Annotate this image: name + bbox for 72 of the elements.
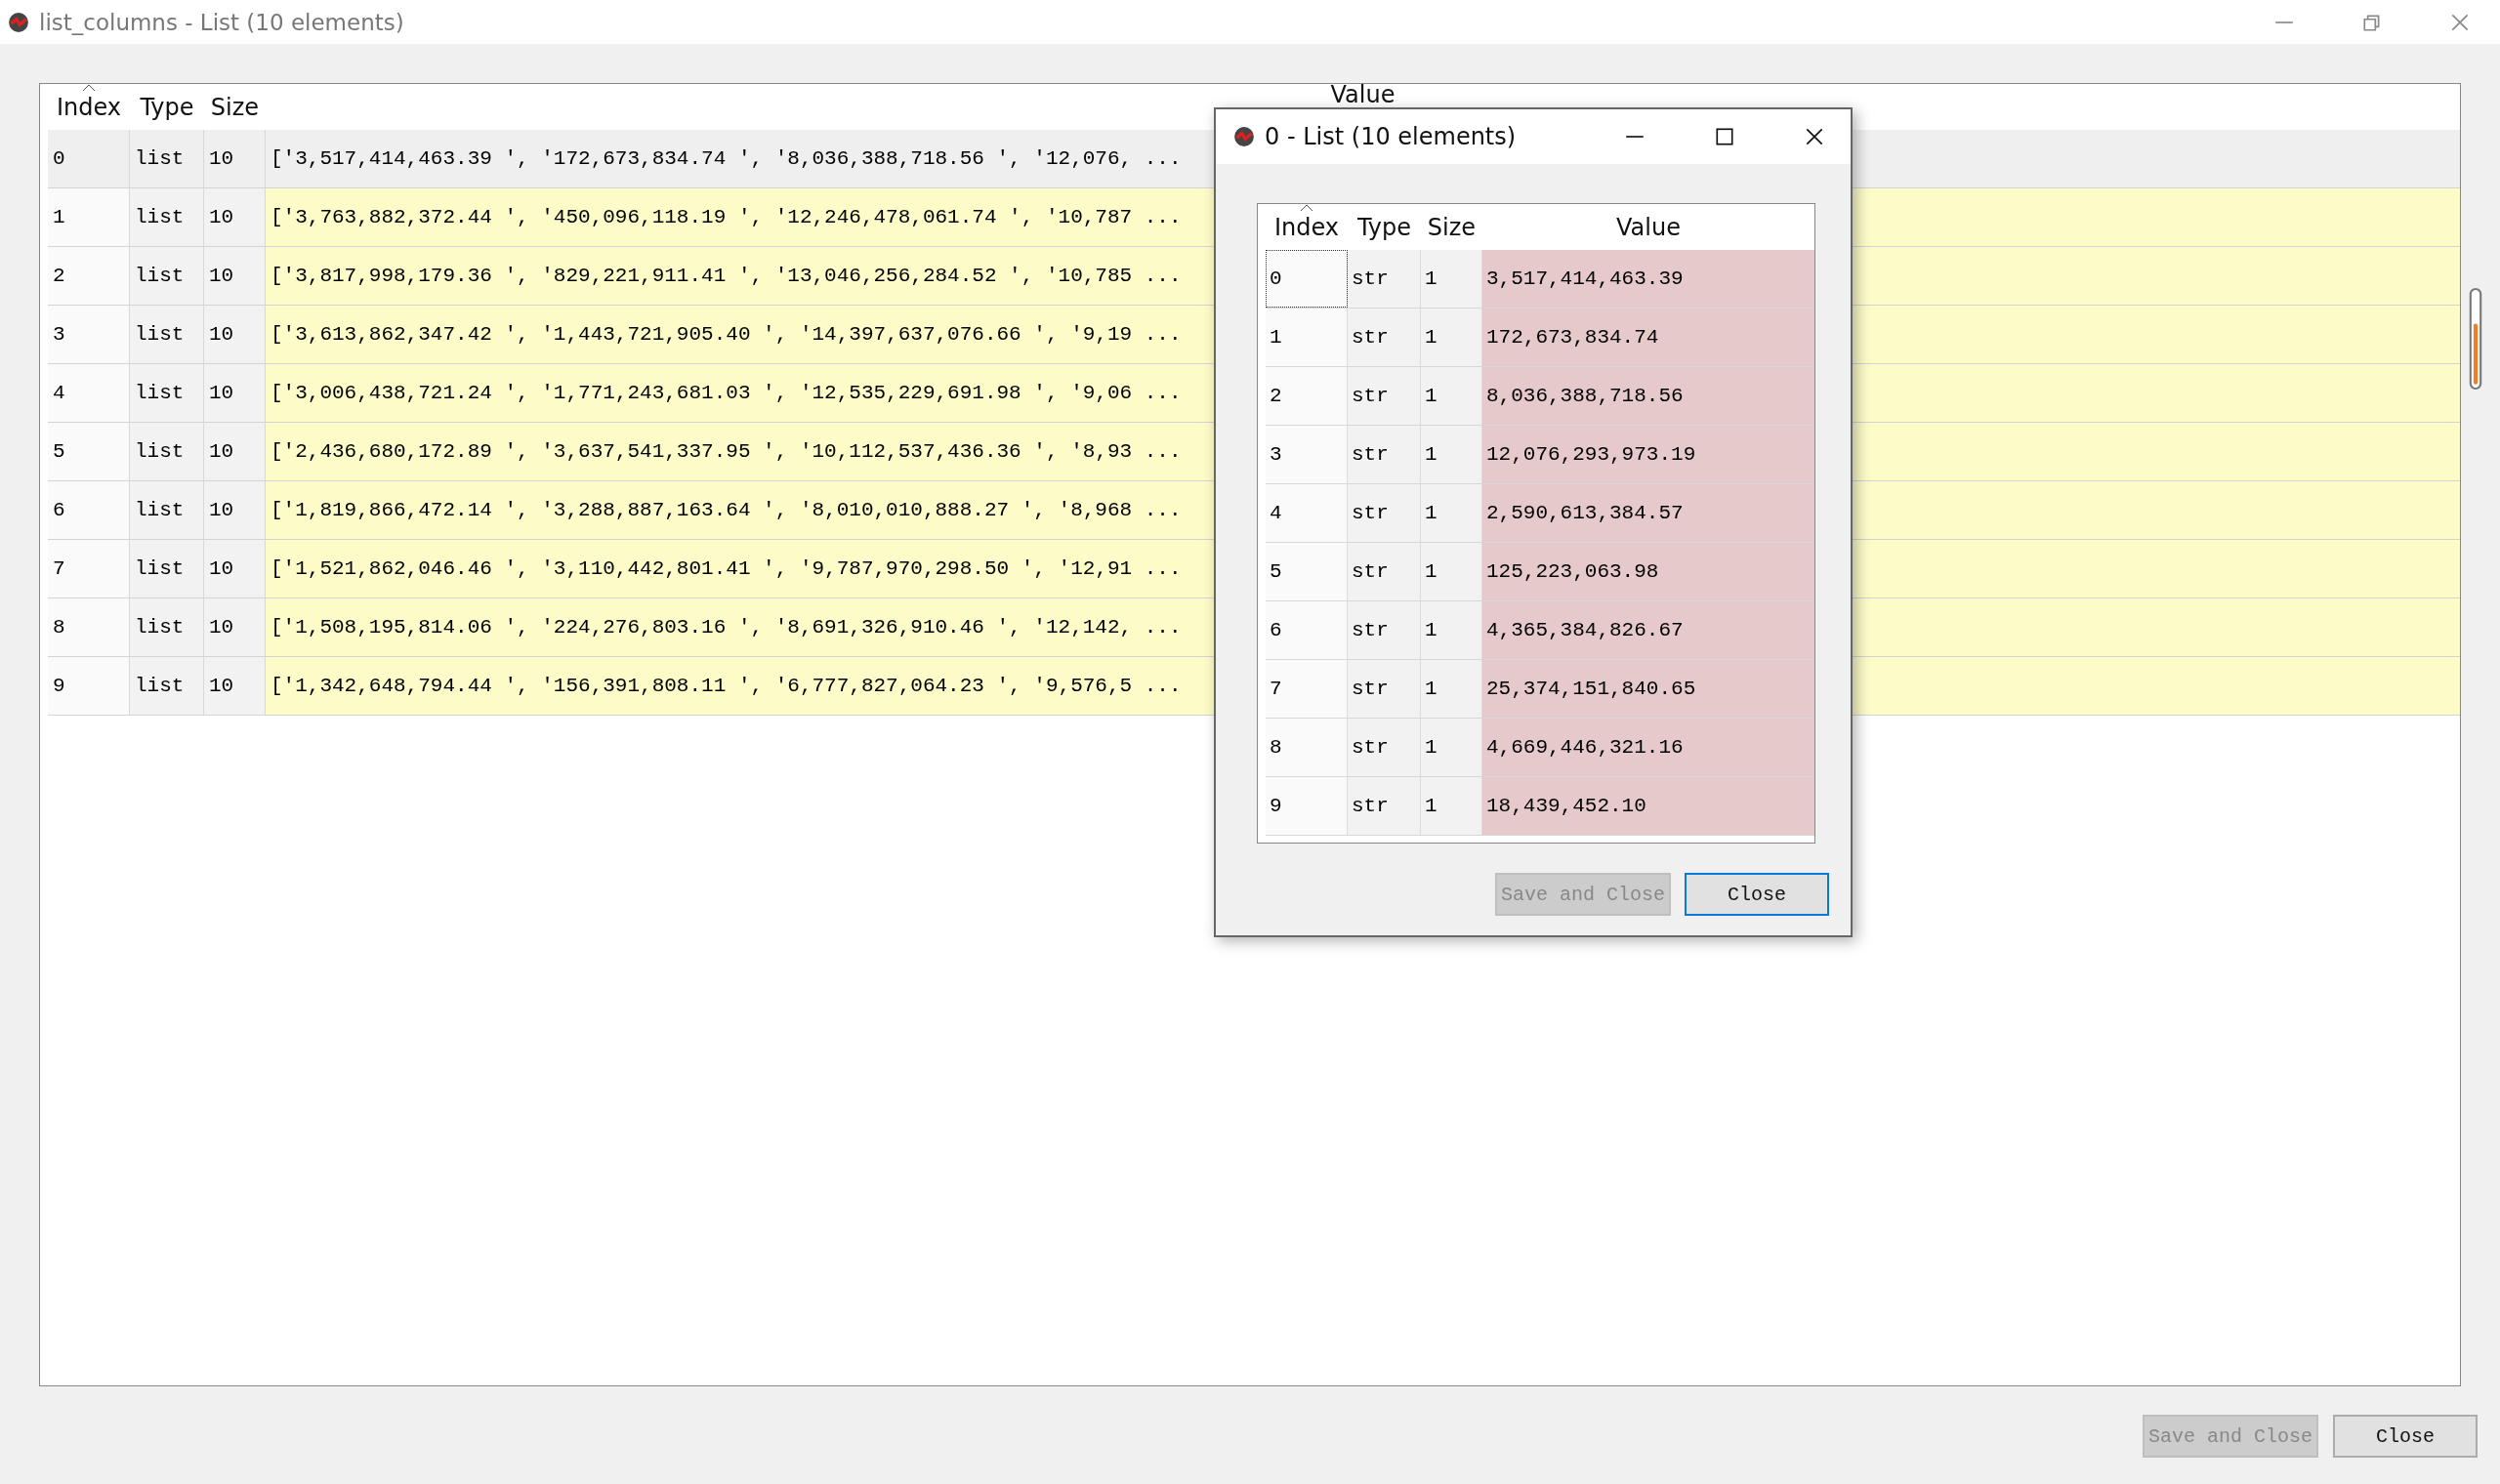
table-cell: str bbox=[1348, 777, 1421, 835]
table-cell-text: ['3,006,438,721.24 ', '1,771,243,681.03 ', '12,535,229,691.98 ', '9,06 ... bbox=[270, 381, 1182, 406]
table-cell: 8 bbox=[48, 598, 130, 656]
table-cell: 10 bbox=[204, 598, 266, 656]
table-cell: 2,590,613,384.57 bbox=[1482, 484, 1814, 542]
table-cell: 10 bbox=[204, 423, 266, 480]
table-cell: 25,374,151,840.65 bbox=[1482, 660, 1814, 718]
table-cell: 1 bbox=[1421, 309, 1482, 366]
table-cell: str bbox=[1348, 250, 1421, 308]
table-cell: list bbox=[130, 423, 204, 480]
table-cell: str bbox=[1348, 426, 1421, 483]
table-cell: 1 bbox=[1421, 484, 1482, 542]
table-cell: 10 bbox=[204, 130, 266, 187]
table-cell: str bbox=[1348, 484, 1421, 542]
table-cell: 7 bbox=[48, 540, 130, 598]
table-cell: 10 bbox=[204, 188, 266, 246]
dialog-title: 0 - List (10 elements) bbox=[1265, 123, 1517, 150]
table-cell: list bbox=[130, 306, 204, 363]
table-cell-text: ['1,819,866,472.14 ', '3,288,887,163.64 ', '8,010,010,888.27 ', '8,968 ... bbox=[270, 498, 1182, 523]
table-cell: list bbox=[130, 130, 204, 187]
window-title: list_columns - List (10 elements) bbox=[39, 9, 404, 35]
table-cell: 18,439,452.10 bbox=[1482, 777, 1814, 835]
table-cell: 10 bbox=[204, 364, 266, 422]
table-cell: 0 bbox=[48, 130, 130, 187]
table-cell: 4,669,446,321.16 bbox=[1482, 719, 1814, 776]
table-cell: list bbox=[130, 657, 204, 715]
table-cell: 172,673,834.74 bbox=[1482, 309, 1814, 366]
table-cell: 1 bbox=[1421, 367, 1482, 425]
table-cell: str bbox=[1348, 543, 1421, 600]
table-cell: 8,036,388,718.56 bbox=[1482, 367, 1814, 425]
table-cell-text: ['3,613,862,347.42 ', '1,443,721,905.40 ', '14,397,637,076.66 ', '9,19 ... bbox=[270, 322, 1182, 348]
table-cell: str bbox=[1348, 309, 1421, 366]
table-cell-text: ['3,817,998,179.36 ', '829,221,911.41 ', '13,046,256,284.52 ', '10,785 ... bbox=[270, 264, 1182, 289]
table-cell: list bbox=[130, 364, 204, 422]
table-cell: 1 bbox=[1421, 426, 1482, 483]
table-cell: 4,365,384,826.67 bbox=[1482, 601, 1814, 659]
table-cell: 1 bbox=[1421, 543, 1482, 600]
table-cell: 10 bbox=[204, 481, 266, 539]
table-cell: 4 bbox=[48, 364, 130, 422]
table-cell: 6 bbox=[48, 481, 130, 539]
table-cell-text: ['1,508,195,814.06 ', '224,276,803.16 ', '8,691,326,910.46 ', '12,142, ... bbox=[270, 615, 1182, 640]
table-cell: 2 bbox=[48, 247, 130, 305]
table-cell-text: ['3,763,882,372.44 ', '450,096,118.19 ', '12,246,478,061.74 ', '10,787 ... bbox=[270, 205, 1182, 230]
table-cell: 3,517,414,463.39 bbox=[1482, 250, 1814, 308]
table-cell: 12,076,293,973.19 bbox=[1482, 426, 1814, 483]
table-cell: 1 bbox=[1421, 660, 1482, 718]
table-cell: 1 bbox=[1421, 719, 1482, 776]
table-cell-text: ['3,517,414,463.39 ', '172,673,834.74 ', '8,036,388,718.56 ', '12,076, ... bbox=[270, 146, 1182, 172]
table-cell: 1 bbox=[48, 188, 130, 246]
table-cell: list bbox=[130, 188, 204, 246]
table-cell-text: ['1,521,862,046.46 ', '3,110,442,801.41 ', '9,787,970,298.50 ', '12,91 ... bbox=[270, 556, 1182, 582]
table-cell: 10 bbox=[204, 247, 266, 305]
table-cell: list bbox=[130, 598, 204, 656]
table-cell: 1 bbox=[1421, 601, 1482, 659]
table-cell-text: ['1,342,648,794.44 ', '156,391,808.11 ', '6,777,827,064.23 ', '9,576,5 ... bbox=[270, 674, 1182, 699]
table-cell-text: ['2,436,680,172.89 ', '3,637,541,337.95 ', '10,112,537,436.36 ', '8,93 ... bbox=[270, 439, 1182, 465]
table-cell: 5 bbox=[48, 423, 130, 480]
table-cell: 125,223,063.98 bbox=[1482, 543, 1814, 600]
table-cell: 9 bbox=[48, 657, 130, 715]
table-cell: 1 bbox=[1421, 250, 1482, 308]
table-cell: str bbox=[1348, 660, 1421, 718]
table-cell: list bbox=[130, 481, 204, 539]
table-cell: 10 bbox=[204, 657, 266, 715]
table-cell: str bbox=[1348, 367, 1421, 425]
table-cell: str bbox=[1348, 601, 1421, 659]
table-cell: 3 bbox=[48, 306, 130, 363]
table-cell: 10 bbox=[204, 306, 266, 363]
table-cell: 1 bbox=[1421, 777, 1482, 835]
table-cell: list bbox=[130, 540, 204, 598]
table-cell: 10 bbox=[204, 540, 266, 598]
table-cell: str bbox=[1348, 719, 1421, 776]
table-cell: list bbox=[130, 247, 204, 305]
